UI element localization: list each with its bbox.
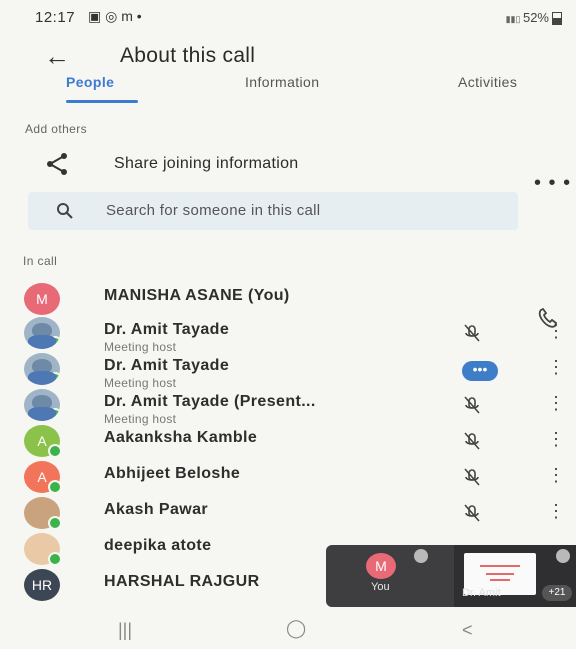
participant-menu-icon[interactable]: ⋮: [547, 393, 565, 414]
pip-self-tile: M You: [326, 545, 454, 607]
avatar: [24, 353, 60, 385]
avatar: A: [24, 461, 62, 494]
avatar: HR: [24, 569, 60, 601]
share-icon: [47, 153, 67, 175]
online-indicator: [48, 336, 60, 349]
status-right: ▮▮▯ 52%: [505, 10, 562, 26]
speaking-indicator-icon: •••: [462, 361, 498, 381]
search-icon: [57, 203, 73, 219]
participant-name: Aakanksha Kamble: [104, 429, 258, 446]
online-indicator: [48, 408, 60, 421]
participant-row[interactable]: Dr. Amit Tayade (Present... Meeting host…: [0, 389, 576, 426]
mic-off-icon: [464, 504, 480, 522]
share-joining-info-label: Share joining information: [114, 155, 299, 172]
participant-menu-icon[interactable]: ⋮: [547, 465, 565, 486]
avatar-initial: HR: [31, 577, 53, 593]
system-nav-bar: ||| ◯ <: [0, 612, 576, 649]
search-placeholder: Search for someone in this call: [106, 202, 321, 219]
participant-name: Dr. Amit Tayade: [104, 357, 230, 374]
participant-menu-icon[interactable]: ⋮: [547, 357, 565, 378]
mic-off-icon: [464, 324, 480, 342]
participant-name: Dr. Amit Tayade: [104, 321, 230, 338]
participant-name: Abhijeet Beloshe: [104, 465, 241, 482]
participant-row[interactable]: A Abhijeet Beloshe ⋮: [0, 461, 576, 497]
battery-icon: [552, 12, 562, 26]
notification-icons: ▣ ◎ m •: [88, 8, 142, 24]
online-indicator: [48, 552, 62, 566]
recent-apps-icon[interactable]: |||: [118, 620, 132, 641]
pip-mic-off-icon: [556, 549, 570, 563]
avatar: A: [24, 425, 62, 458]
avatar-initial: A: [37, 469, 47, 485]
more-options-icon[interactable]: • • •: [534, 172, 571, 195]
participant-row[interactable]: M MANISHA ASANE (You): [0, 283, 576, 319]
online-indicator: [48, 480, 62, 494]
pip-presenter-tile: Dr. Amit +21: [454, 545, 576, 607]
pip-self-avatar: M: [366, 553, 396, 579]
signal-icon: ▮▮▯: [505, 14, 523, 24]
avatar: M: [24, 283, 60, 315]
avatar: [24, 317, 60, 349]
pip-self-label: You: [371, 581, 390, 593]
participant-name: deepika atote: [104, 537, 212, 554]
participant-name: MANISHA ASANE (You): [104, 287, 290, 304]
search-input[interactable]: Search for someone in this call: [28, 192, 518, 230]
participant-row[interactable]: A Aakanksha Kamble ⋮: [0, 425, 576, 461]
online-indicator: [48, 372, 60, 385]
tab-people[interactable]: People: [66, 74, 114, 90]
participant-name: Akash Pawar: [104, 501, 209, 518]
participant-menu-icon[interactable]: ⋮: [547, 501, 565, 522]
tab-bar: People Information Activities: [0, 68, 576, 104]
active-tab-indicator: [66, 100, 138, 103]
participant-role: Meeting host: [104, 412, 177, 426]
mic-off-icon: [464, 396, 480, 414]
participant-role: Meeting host: [104, 340, 177, 354]
tab-activities[interactable]: Activities: [458, 74, 517, 90]
battery-text: 52%: [522, 10, 549, 25]
home-icon[interactable]: ◯: [286, 618, 306, 639]
participant-row[interactable]: Dr. Amit Tayade Meeting host ⋮: [0, 317, 576, 354]
status-time: 12:17: [35, 9, 76, 26]
status-bar: 12:17 ▣ ◎ m • ▮▮▯ 52%: [0, 0, 576, 34]
online-indicator: [48, 516, 62, 530]
participant-row[interactable]: Akash Pawar ⋮: [0, 497, 576, 533]
tab-information[interactable]: Information: [245, 74, 319, 90]
online-indicator: [48, 444, 62, 458]
in-call-label: In call: [23, 254, 58, 268]
pip-presenter-name: Dr. Amit: [462, 587, 501, 599]
avatar-initial: M: [36, 291, 48, 307]
participant-role: Meeting host: [104, 376, 177, 390]
share-joining-info-row[interactable]: Share joining information: [0, 145, 576, 187]
mic-off-icon: [464, 468, 480, 486]
nav-back-icon[interactable]: <: [462, 620, 473, 641]
participant-name: Dr. Amit Tayade (Present...: [104, 393, 316, 410]
participant-menu-icon[interactable]: ⋮: [547, 321, 565, 342]
participant-row[interactable]: Dr. Amit Tayade Meeting host ••• ⋮: [0, 353, 576, 390]
extra-participants-badge: +21: [542, 585, 572, 601]
picture-in-picture[interactable]: M You Dr. Amit +21: [326, 545, 576, 607]
avatar: [24, 497, 62, 530]
pip-mic-off-icon: [414, 549, 428, 563]
mic-off-icon: [464, 432, 480, 450]
participant-menu-icon[interactable]: ⋮: [547, 429, 565, 450]
avatar: [24, 533, 62, 566]
avatar-initial: A: [37, 433, 47, 449]
page-title: About this call: [120, 44, 256, 67]
participant-name: HARSHAL RAJGUR: [104, 573, 260, 590]
add-others-label: Add others: [25, 122, 88, 136]
avatar: [24, 389, 60, 421]
